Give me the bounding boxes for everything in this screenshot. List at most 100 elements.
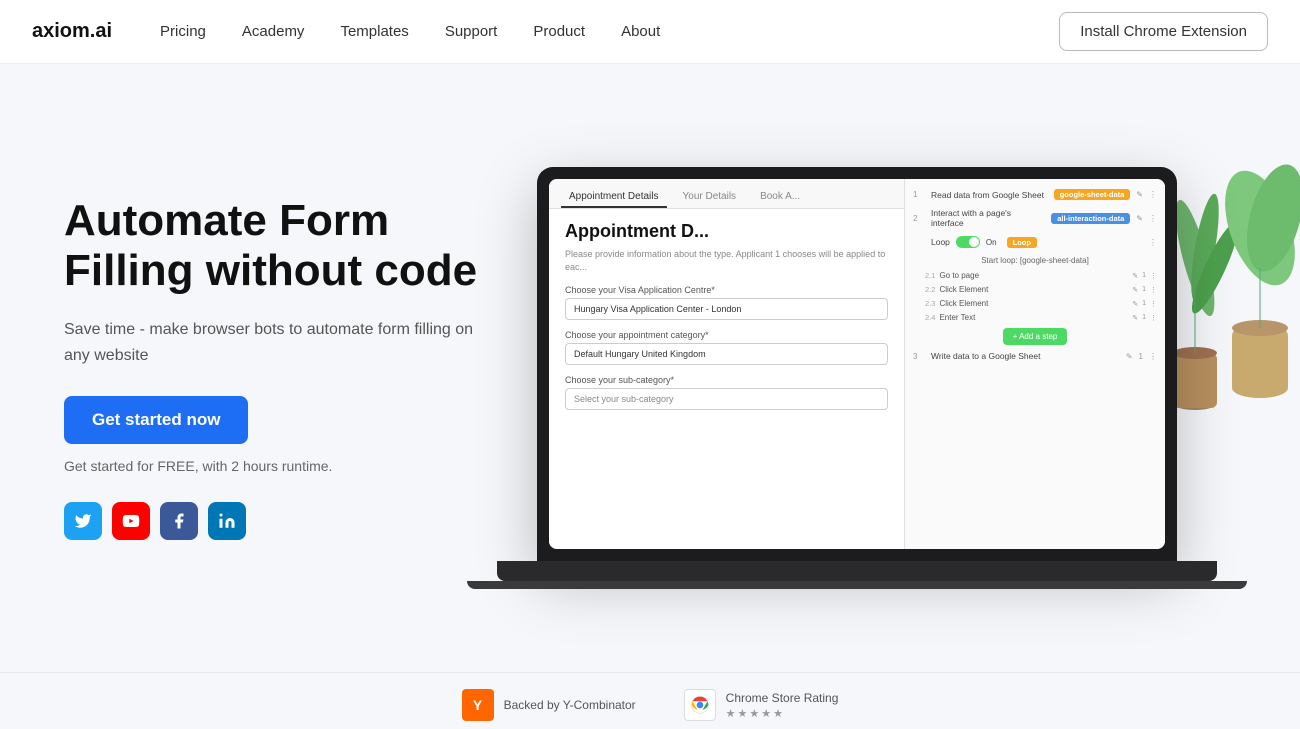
appointment-cat-label: Choose your appointment category* bbox=[565, 330, 888, 340]
sub-step-2-4-num: 2.4 bbox=[925, 313, 935, 322]
ycombinator-badge: Y Backed by Y-Combinator bbox=[462, 689, 636, 721]
tab-appointment-details[interactable]: Appointment Details bbox=[561, 187, 667, 208]
laptop-screen-body: Appointment Details Your Details Book A.… bbox=[537, 167, 1177, 561]
hero-free-text: Get started for FREE, with 2 hours runti… bbox=[64, 458, 484, 474]
nav-link-about[interactable]: About bbox=[621, 23, 660, 40]
sub-step-2-2-edit[interactable]: ✎ bbox=[1132, 286, 1138, 294]
nav-link-academy[interactable]: Academy bbox=[242, 23, 305, 40]
sub-step-2-1-num-right: 1 bbox=[1142, 272, 1146, 279]
loop-row: Loop On Loop ⋮ bbox=[913, 236, 1157, 248]
step-1-num: 1 bbox=[913, 190, 925, 199]
step-1: 1 Read data from Google Sheet google-she… bbox=[913, 189, 1157, 200]
sub-cat-label: Choose your sub-category* bbox=[565, 375, 888, 385]
loop-tag: Loop bbox=[1007, 237, 1037, 248]
chrome-stars: ★ ★ ★ ★ ★ bbox=[726, 707, 839, 720]
form-panel: Appointment Details Your Details Book A.… bbox=[549, 179, 905, 549]
sub-step-2-4: 2.4 Enter Text ✎ 1 ⋮ bbox=[913, 313, 1157, 322]
loop-on-text: On bbox=[986, 238, 997, 247]
sub-step-2-3-edit[interactable]: ✎ bbox=[1132, 300, 1138, 308]
sub-step-2-3-num-right: 1 bbox=[1142, 300, 1146, 307]
nav-link-templates[interactable]: Templates bbox=[340, 23, 408, 40]
loop-label: Loop bbox=[931, 237, 950, 247]
ycomb-text: Backed by Y-Combinator bbox=[504, 698, 636, 712]
navbar: axiom.ai Pricing Academy Templates Suppo… bbox=[0, 0, 1300, 64]
form-description: Please provide information about the typ… bbox=[565, 248, 888, 273]
hero-right: Appointment Details Your Details Book A.… bbox=[484, 68, 1300, 668]
social-icons bbox=[64, 502, 484, 540]
step-3-edit[interactable]: ✎ bbox=[1126, 352, 1133, 361]
facebook-icon[interactable] bbox=[160, 502, 198, 540]
step-1-more[interactable]: ⋮ bbox=[1149, 190, 1157, 199]
sub-step-2-3-more[interactable]: ⋮ bbox=[1150, 300, 1157, 308]
sub-step-2-2: 2.2 Click Element ✎ 1 ⋮ bbox=[913, 285, 1157, 294]
chrome-rating-badge: Chrome Store Rating ★ ★ ★ ★ ★ bbox=[684, 689, 839, 721]
step-2-edit[interactable]: ✎ bbox=[1136, 214, 1143, 223]
step-3-num-right: 1 bbox=[1139, 352, 1143, 361]
nav-link-pricing[interactable]: Pricing bbox=[160, 23, 206, 40]
star-3: ★ bbox=[749, 707, 759, 720]
section-label: Start loop: [google-sheet-data] bbox=[913, 256, 1157, 265]
tab-book[interactable]: Book A... bbox=[752, 187, 808, 208]
loop-more[interactable]: ⋮ bbox=[1149, 238, 1157, 247]
twitter-icon[interactable] bbox=[64, 502, 102, 540]
sub-step-2-1-more[interactable]: ⋮ bbox=[1150, 272, 1157, 280]
step-2-more[interactable]: ⋮ bbox=[1149, 214, 1157, 223]
field-sub-category: Choose your sub-category* Select your su… bbox=[565, 375, 888, 410]
chrome-rating-text: Chrome Store Rating bbox=[726, 691, 839, 705]
field-appointment-cat: Choose your appointment category* Defaul… bbox=[565, 330, 888, 365]
star-4: ★ bbox=[761, 707, 771, 720]
sub-step-2-3-text: Click Element bbox=[939, 299, 1128, 308]
sub-step-2-3-num: 2.3 bbox=[925, 299, 935, 308]
step-1-edit[interactable]: ✎ bbox=[1136, 190, 1143, 199]
automation-panel: 1 Read data from Google Sheet google-she… bbox=[905, 179, 1165, 549]
sub-step-2-4-more[interactable]: ⋮ bbox=[1150, 314, 1157, 322]
sub-step-2-2-text: Click Element bbox=[939, 285, 1128, 294]
hero-left: Automate Form Filling without code Save … bbox=[64, 196, 484, 540]
sub-step-2-1-edit[interactable]: ✎ bbox=[1132, 272, 1138, 280]
step-3-more[interactable]: ⋮ bbox=[1149, 352, 1157, 361]
hero-subtitle: Save time - make browser bots to automat… bbox=[64, 317, 484, 368]
tab-your-details[interactable]: Your Details bbox=[675, 187, 745, 208]
linkedin-icon[interactable] bbox=[208, 502, 246, 540]
ycombinator-icon: Y bbox=[462, 689, 494, 721]
youtube-icon[interactable] bbox=[112, 502, 150, 540]
laptop-screen: Appointment Details Your Details Book A.… bbox=[549, 179, 1165, 549]
step-1-tag: google-sheet-data bbox=[1054, 189, 1131, 200]
appointment-cat-input[interactable]: Default Hungary United Kingdom bbox=[565, 343, 888, 365]
step-2: 2 Interact with a page's interface all-i… bbox=[913, 208, 1157, 228]
form-title: Appointment D... bbox=[565, 221, 888, 242]
step-2-text: Interact with a page's interface bbox=[931, 208, 1045, 228]
visa-centre-label: Choose your Visa Application Centre* bbox=[565, 285, 888, 295]
field-visa-centre: Choose your Visa Application Centre* Hun… bbox=[565, 285, 888, 320]
get-started-button[interactable]: Get started now bbox=[64, 396, 248, 444]
add-sub-step-button[interactable]: + Add a step bbox=[1003, 328, 1068, 345]
step-2-tag: all-interaction-data bbox=[1051, 213, 1130, 224]
sub-step-2-1-text: Go to page bbox=[939, 271, 1128, 280]
step-3: 3 Write data to a Google Sheet ✎ 1 ⋮ bbox=[913, 351, 1157, 361]
laptop-foot bbox=[467, 581, 1247, 589]
loop-toggle[interactable] bbox=[956, 236, 980, 248]
sub-step-2-4-edit[interactable]: ✎ bbox=[1132, 314, 1138, 322]
nav-link-product[interactable]: Product bbox=[533, 23, 585, 40]
hero-section: Automate Form Filling without code Save … bbox=[0, 64, 1300, 672]
sub-step-2-2-num-right: 1 bbox=[1142, 286, 1146, 293]
visa-centre-input[interactable]: Hungary Visa Application Center - London bbox=[565, 298, 888, 320]
step-3-num: 3 bbox=[913, 352, 925, 361]
site-logo[interactable]: axiom.ai bbox=[32, 20, 112, 43]
step-1-text: Read data from Google Sheet bbox=[931, 190, 1048, 200]
star-2: ★ bbox=[738, 707, 748, 720]
sub-step-2-1-num: 2.1 bbox=[925, 271, 935, 280]
sub-step-2-4-num-right: 1 bbox=[1142, 314, 1146, 321]
star-5: ★ bbox=[773, 707, 783, 720]
sub-step-2-2-more[interactable]: ⋮ bbox=[1150, 286, 1157, 294]
sub-cat-select[interactable]: Select your sub-category bbox=[565, 388, 888, 410]
ycomb-y: Y bbox=[473, 697, 482, 713]
nav-link-support[interactable]: Support bbox=[445, 23, 498, 40]
laptop-base bbox=[497, 561, 1217, 581]
nav-links: Pricing Academy Templates Support Produc… bbox=[160, 23, 1059, 40]
sub-step-2-2-num: 2.2 bbox=[925, 285, 935, 294]
sub-step-2-1: 2.1 Go to page ✎ 1 ⋮ bbox=[913, 271, 1157, 280]
hero-title: Automate Form Filling without code bbox=[64, 196, 484, 297]
install-extension-button[interactable]: Install Chrome Extension bbox=[1059, 12, 1268, 51]
footer-bar: Y Backed by Y-Combinator Chrome Store Ra… bbox=[0, 672, 1300, 729]
